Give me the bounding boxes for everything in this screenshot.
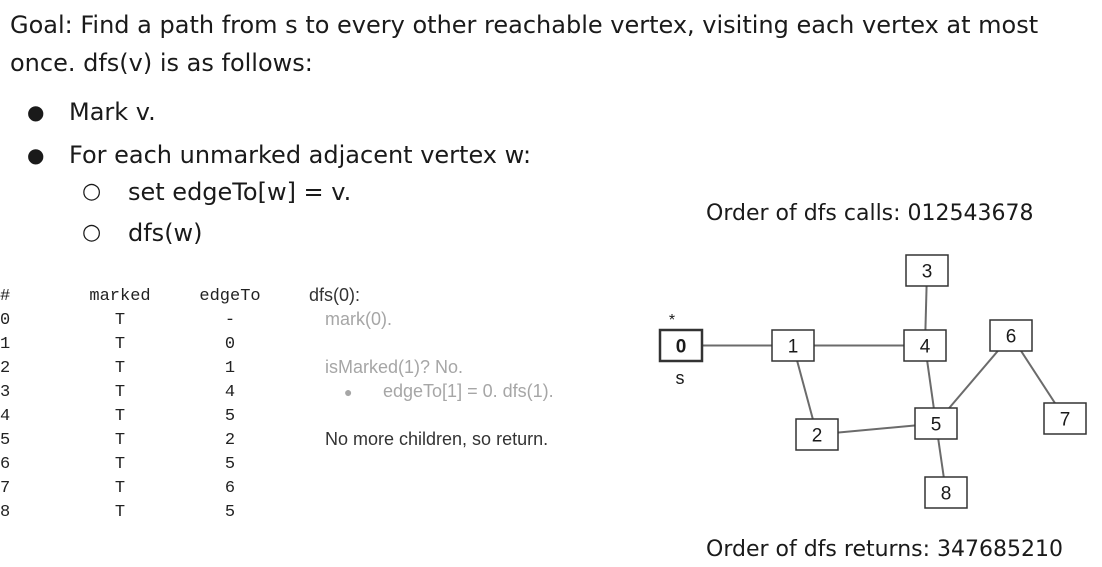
vertex-5: 5 bbox=[914, 407, 958, 440]
vertex-label: 2 bbox=[812, 426, 823, 447]
vertex-4: 4 bbox=[903, 329, 947, 362]
vertex-label: 1 bbox=[788, 337, 799, 358]
source-marker-star: * bbox=[669, 312, 675, 329]
vertex-7: 7 bbox=[1043, 402, 1087, 435]
dfs-graph: 0 1 2 3 4 5 6 7 8 * s bbox=[658, 254, 1087, 509]
vertex-2: 2 bbox=[795, 418, 839, 451]
source-label-s: s bbox=[676, 368, 685, 388]
vertex-6: 6 bbox=[989, 319, 1033, 352]
vertex-label: 6 bbox=[1006, 327, 1017, 348]
vertex-label: 5 bbox=[931, 415, 942, 436]
vertex-label: 3 bbox=[922, 262, 933, 283]
vertex-label: 0 bbox=[676, 337, 687, 358]
vertex-3: 3 bbox=[905, 254, 949, 287]
vertex-0: 0 bbox=[658, 328, 704, 363]
vertex-1: 1 bbox=[771, 329, 815, 362]
vertex-label: 8 bbox=[941, 484, 952, 505]
vertex-label: 4 bbox=[920, 337, 931, 358]
vertex-8: 8 bbox=[924, 476, 968, 509]
vertex-label: 7 bbox=[1060, 410, 1071, 431]
